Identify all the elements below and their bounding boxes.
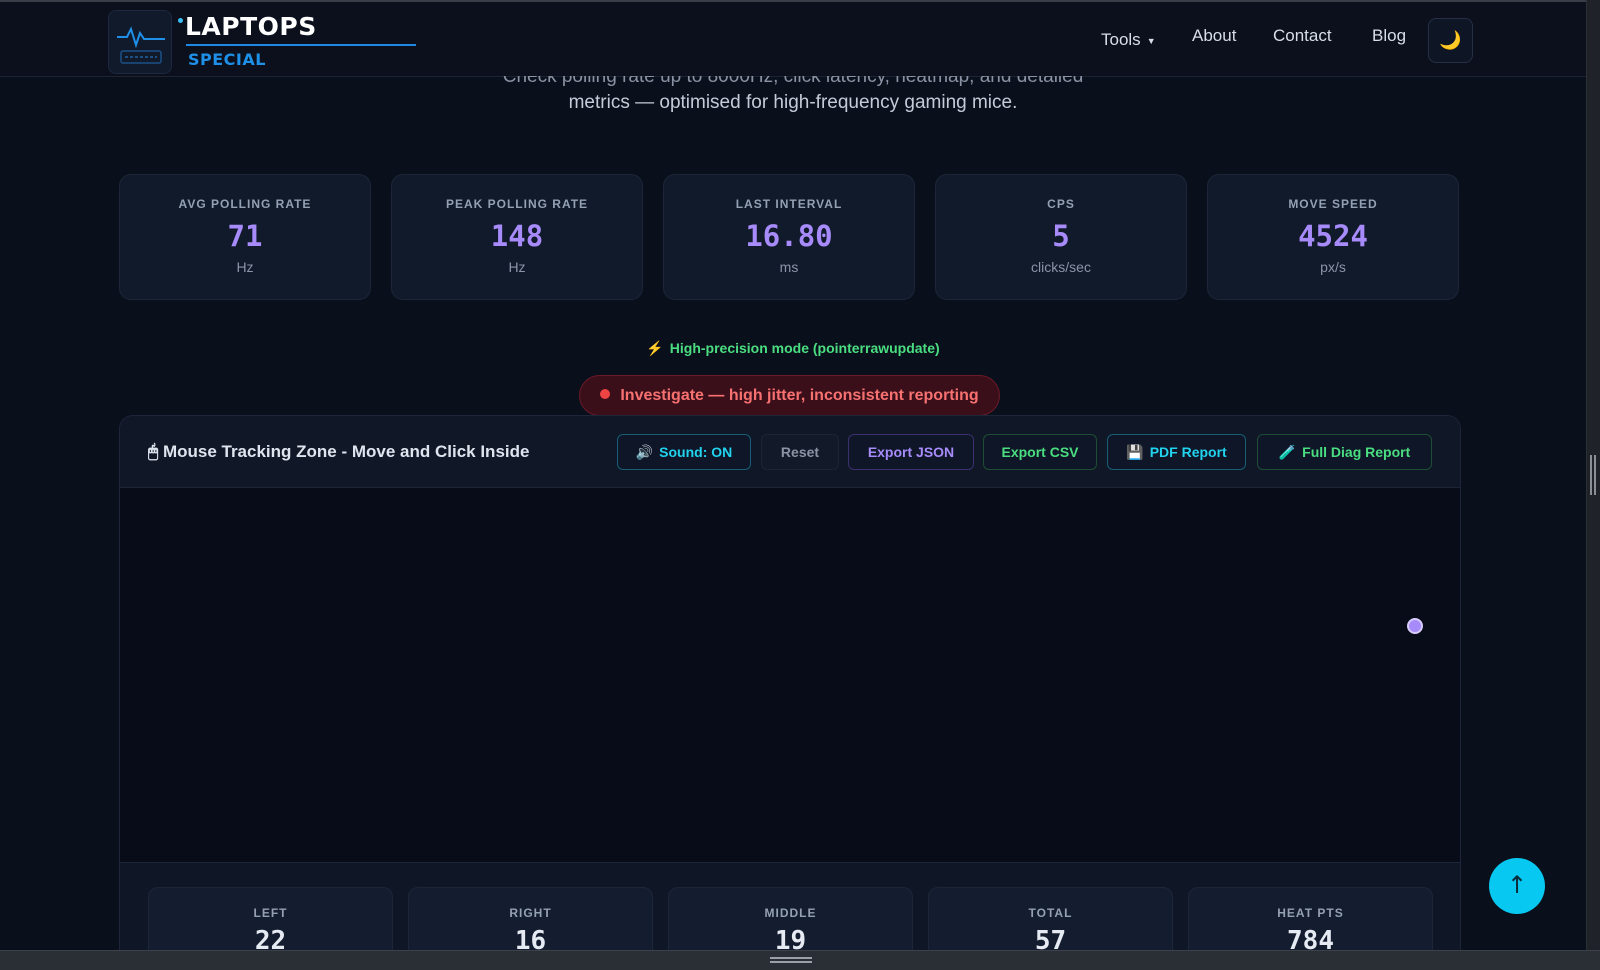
stat-card-peak-polling: PEAK POLLING RATE 148 Hz [391, 174, 643, 300]
mouse-icon: 🖱 [148, 442, 159, 461]
window-bottom-bar[interactable] [0, 950, 1600, 970]
stat-value: 148 [490, 219, 544, 253]
sound-button-label: Sound: ON [659, 444, 733, 460]
logo-icon[interactable] [108, 10, 172, 74]
pdf-button-label: PDF Report [1149, 444, 1227, 460]
stat-unit: Hz [508, 259, 526, 275]
diag-button-label: Full Diag Report [1302, 444, 1411, 460]
arrow-up-icon: ↑ [1506, 871, 1528, 899]
click-label: LEFT [253, 906, 288, 920]
logo-subtitle: SPECIAL [188, 50, 266, 69]
stat-card-avg-polling: AVG POLLING RATE 71 Hz [119, 174, 371, 300]
stat-card-last-interval: LAST INTERVAL 16.80 ms [663, 174, 915, 300]
mouse-tracking-zone[interactable] [120, 488, 1460, 862]
alert-dot-icon [600, 389, 611, 400]
stat-card-move-speed: MOVE SPEED 4524 px/s [1207, 174, 1459, 300]
logo-title[interactable]: LAPTOPS [178, 12, 317, 41]
nav-tools-menu[interactable]: Tools ▼ [1101, 30, 1156, 50]
test-tube-icon: 🧪 [1278, 444, 1297, 460]
stat-label: LAST INTERVAL [735, 197, 843, 211]
tracking-panel: 🖱 Mouse Tracking Zone - Move and Click I… [119, 415, 1461, 970]
nav-blog-link[interactable]: Blog [1372, 26, 1406, 46]
status-alert-badge: Investigate — high jitter, inconsistent … [579, 375, 1000, 416]
stat-value: 5 [1052, 219, 1070, 253]
click-label: RIGHT [509, 906, 552, 920]
hero-description-line-2: metrics — optimised for high-frequency g… [568, 92, 1018, 113]
drag-handle-icon[interactable] [770, 957, 812, 963]
reset-button[interactable]: Reset [761, 434, 839, 470]
full-diag-report-button[interactable]: 🧪 Full Diag Report [1257, 434, 1432, 470]
stat-unit: clicks/sec [1031, 259, 1091, 275]
click-label: TOTAL [1028, 906, 1073, 920]
click-label: HEAT PTS [1277, 906, 1344, 920]
stat-unit: px/s [1320, 259, 1346, 275]
tracking-panel-title: 🖱 Mouse Tracking Zone - Move and Click I… [148, 442, 529, 462]
floppy-disk-icon: 💾 [1126, 444, 1144, 460]
cursor-position-dot [1407, 618, 1423, 634]
tracking-title-text: Mouse Tracking Zone - Move and Click Ins… [162, 442, 530, 461]
click-label: MIDDLE [764, 906, 817, 920]
nav-contact-link[interactable]: Contact [1273, 26, 1332, 46]
alert-text: Investigate — high jitter, inconsistent … [620, 387, 979, 404]
export-csv-button[interactable]: Export CSV [983, 434, 1097, 470]
speaker-icon: 🔊 [635, 444, 654, 460]
theme-toggle-button[interactable]: 🌙 [1428, 18, 1473, 63]
moon-icon: 🌙 [1439, 30, 1462, 51]
resize-grip-icon [1590, 455, 1596, 495]
stat-value: 71 [227, 219, 263, 253]
window-resize-edge[interactable] [1586, 0, 1600, 950]
stat-label: AVG POLLING RATE [178, 197, 312, 211]
logo-underline [186, 44, 416, 46]
export-json-button[interactable]: Export JSON [848, 434, 974, 470]
stat-card-cps: CPS 5 clicks/sec [935, 174, 1187, 300]
caret-down-icon: ▼ [1146, 35, 1156, 46]
scroll-to-top-button[interactable]: ↑ [1489, 858, 1545, 914]
stat-unit: Hz [236, 259, 254, 275]
precision-mode-text: High-precision mode (pointerrawupdate) [669, 340, 940, 356]
stat-label: CPS [1047, 197, 1075, 211]
pdf-report-button[interactable]: 💾 PDF Report [1107, 434, 1246, 470]
stat-value: 16.80 [745, 219, 833, 253]
stat-label: PEAK POLLING RATE [445, 197, 589, 211]
lightning-icon: ⚡ [646, 340, 664, 356]
stat-value: 4524 [1298, 219, 1368, 253]
stat-unit: ms [779, 259, 799, 275]
nav-about-link[interactable]: About [1192, 26, 1236, 46]
sound-toggle-button[interactable]: 🔊 Sound: ON [617, 434, 751, 470]
precision-mode-indicator: ⚡ High-precision mode (pointerrawupdate) [0, 340, 1586, 357]
site-header: LAPTOPS SPECIAL Tools ▼ About Contact Blo… [0, 2, 1586, 77]
stat-label: MOVE SPEED [1288, 197, 1378, 211]
tracking-panel-header: 🖱 Mouse Tracking Zone - Move and Click I… [120, 416, 1460, 488]
